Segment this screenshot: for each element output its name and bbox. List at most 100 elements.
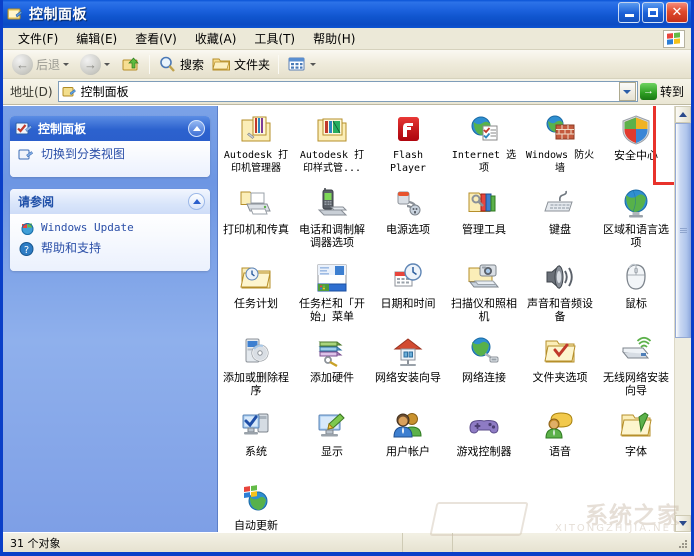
control-panel-item[interactable]: 电源选项: [370, 182, 446, 256]
minimize-button[interactable]: [618, 2, 640, 23]
chevron-up-icon[interactable]: [188, 120, 205, 137]
control-panel-item[interactable]: 系统: [218, 404, 294, 478]
maximize-button[interactable]: [642, 2, 664, 23]
taskbar-start-menu-icon: [315, 262, 349, 294]
folders-button[interactable]: 文件夹: [208, 53, 274, 76]
control-panel-item[interactable]: 文件夹选项: [522, 330, 598, 404]
menu-file[interactable]: 文件(F): [9, 28, 67, 50]
control-panel-item[interactable]: 自动更新: [218, 478, 294, 532]
control-panel-item[interactable]: 游戏控制器: [446, 404, 522, 478]
user-accounts-icon: [391, 410, 425, 442]
search-icon: [160, 56, 175, 72]
control-panel-item[interactable]: 打印机和传真: [218, 182, 294, 256]
vertical-scrollbar[interactable]: [674, 106, 691, 532]
scroll-down-button[interactable]: [675, 515, 691, 532]
switch-view-icon: [18, 147, 35, 163]
panel-title: 控制面板: [38, 122, 87, 136]
autodesk-plot-style-icon: [315, 114, 349, 146]
control-panel-item[interactable]: 电话和调制解调器选项: [294, 182, 370, 256]
control-panel-item[interactable]: 声音和音频设备: [522, 256, 598, 330]
go-button[interactable]: → 转到: [638, 81, 688, 103]
panel-control-panel: 控制面板 切换到分类视图: [10, 116, 210, 177]
link-windows-update[interactable]: Windows Update: [18, 220, 202, 236]
panel-header-control-panel[interactable]: 控制面板: [10, 116, 210, 141]
chevron-down-icon[interactable]: [310, 62, 317, 66]
menu-edit[interactable]: 编辑(E): [67, 28, 126, 50]
item-label: 管理工具: [462, 223, 506, 236]
control-panel-item[interactable]: 任务栏和「开始」菜单: [294, 256, 370, 330]
sounds-audio-devices-icon: [543, 262, 577, 294]
control-panel-item[interactable]: 日期和时间: [370, 256, 446, 330]
menu-view[interactable]: 查看(V): [126, 28, 186, 50]
up-button[interactable]: [117, 53, 145, 76]
control-panel-window: 控制面板 ✕ 文件(F) 编辑(E) 查看(V) 收藏(A) 工具(T) 帮助(…: [0, 0, 694, 556]
control-panel-item[interactable]: Autodesk 打印机管理器: [218, 108, 294, 182]
window-title: 控制面板: [29, 7, 87, 23]
speech-icon: [543, 410, 577, 442]
scroll-up-button[interactable]: [675, 106, 691, 123]
chevron-down-icon[interactable]: [63, 62, 70, 66]
game-controllers-icon: [467, 410, 501, 442]
autodesk-plotter-manager-icon: [239, 114, 273, 146]
control-panel-item[interactable]: Windows 防火墙: [522, 108, 598, 182]
panel-header-see-also[interactable]: 请参阅: [10, 189, 210, 214]
control-panel-item[interactable]: 区域和语言选项: [598, 182, 674, 256]
item-label: Autodesk 打印样式管...: [299, 150, 365, 174]
control-panel-item[interactable]: 扫描仪和照相机: [446, 256, 522, 330]
item-label: 无线网络安装向导: [603, 371, 669, 397]
network-connections-icon: [467, 336, 501, 368]
go-arrow-icon: →: [639, 83, 657, 100]
control-panel-item[interactable]: Autodesk 打印样式管...: [294, 108, 370, 182]
scrollbar-track[interactable]: [675, 123, 691, 515]
control-panel-item[interactable]: 鼠标: [598, 256, 674, 330]
views-button[interactable]: [283, 53, 323, 76]
back-button[interactable]: ← 后退: [8, 53, 76, 76]
up-folder-icon: [122, 56, 139, 70]
resize-grip[interactable]: [677, 538, 689, 550]
menu-favorites[interactable]: 收藏(A): [186, 28, 246, 50]
panel-body-control-panel: 切换到分类视图: [10, 141, 210, 177]
window-body: 控制面板 切换到分类视图 请参阅 Windows Update ? 帮助和支持 …: [3, 105, 691, 532]
display-icon: [315, 410, 349, 442]
link-help-and-support[interactable]: ? 帮助和支持: [18, 241, 202, 257]
control-panel-item[interactable]: 语音: [522, 404, 598, 478]
menu-tools[interactable]: 工具(T): [245, 28, 304, 50]
chevron-down-icon[interactable]: [104, 62, 111, 66]
control-panel-item[interactable]: 用户帐户: [370, 404, 446, 478]
control-panel-item[interactable]: 安全中心: [598, 108, 674, 182]
control-panel-icon: [15, 121, 33, 137]
address-value: 控制面板: [80, 85, 129, 99]
item-label: 网络连接: [462, 371, 506, 384]
address-dropdown-button[interactable]: [618, 82, 636, 101]
windows-firewall-icon: [543, 114, 577, 146]
control-panel-item[interactable]: 键盘: [522, 182, 598, 256]
status-bar: 31 个对象: [3, 532, 691, 552]
control-panel-item[interactable]: 添加或删除程序: [218, 330, 294, 404]
forward-button[interactable]: →: [76, 53, 117, 76]
search-button[interactable]: 搜索: [154, 53, 208, 76]
control-panel-item[interactable]: 管理工具: [446, 182, 522, 256]
scrollbar-thumb[interactable]: [675, 123, 691, 338]
power-options-icon: [391, 188, 425, 220]
status-panel-2: [403, 533, 453, 552]
item-label: 添加或删除程序: [223, 371, 289, 397]
link-label: 帮助和支持: [41, 241, 102, 255]
control-panel-item-internet-options[interactable]: Internet 选项: [446, 108, 522, 182]
item-label: 键盘: [549, 223, 571, 236]
control-panel-item[interactable]: 添加硬件: [294, 330, 370, 404]
menu-help[interactable]: 帮助(H): [304, 28, 364, 50]
close-button[interactable]: ✕: [666, 2, 688, 23]
automatic-updates-icon: [239, 484, 273, 516]
address-input[interactable]: 控制面板: [57, 81, 638, 102]
control-panel-item[interactable]: 网络安装向导: [370, 330, 446, 404]
item-label: 用户帐户: [386, 445, 430, 458]
control-panel-item[interactable]: 任务计划: [218, 256, 294, 330]
control-panel-item[interactable]: 无线网络安装向导: [598, 330, 674, 404]
control-panel-item[interactable]: 网络连接: [446, 330, 522, 404]
control-panel-item[interactable]: 显示: [294, 404, 370, 478]
chevron-up-icon[interactable]: [188, 193, 205, 210]
link-switch-to-category-view[interactable]: 切换到分类视图: [18, 147, 202, 163]
control-panel-item[interactable]: 字体: [598, 404, 674, 478]
control-panel-icon: [7, 6, 24, 22]
control-panel-item[interactable]: Flash Player: [370, 108, 446, 182]
